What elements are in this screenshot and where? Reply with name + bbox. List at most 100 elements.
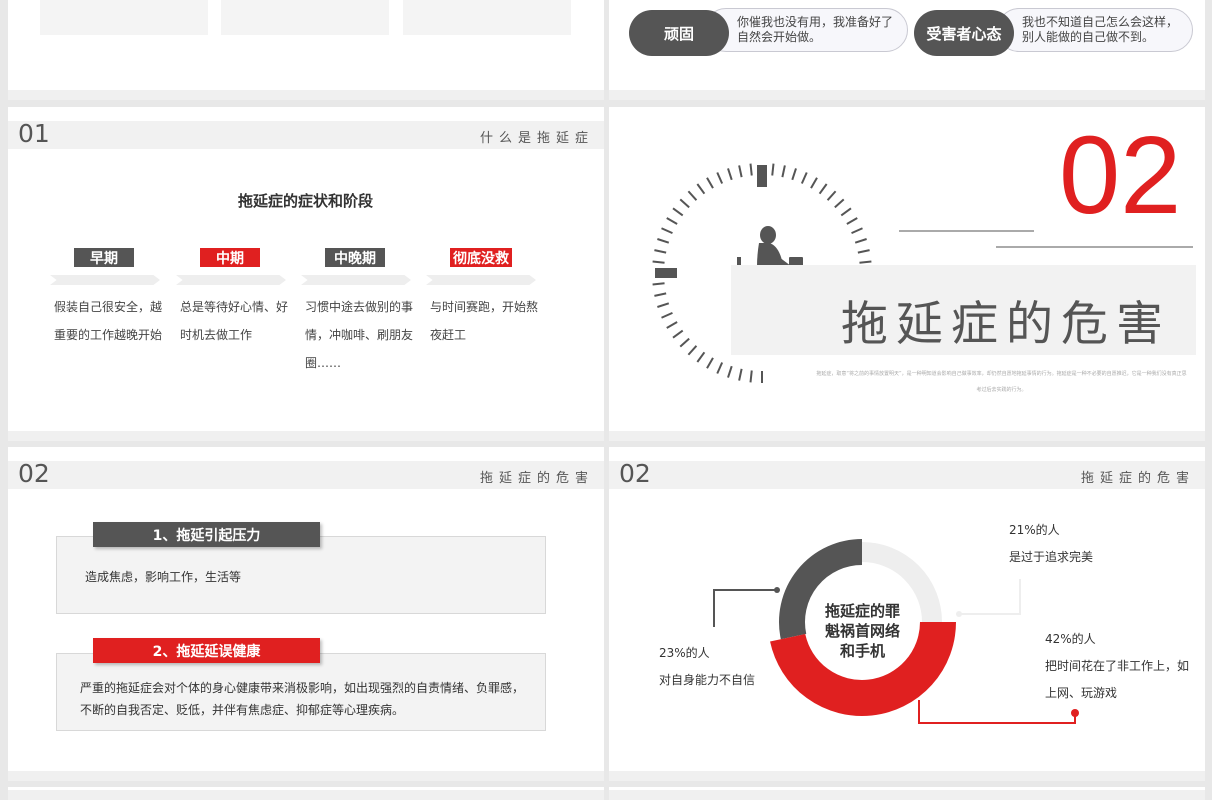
clock-tick (727, 168, 733, 181)
clock-tick (657, 302, 670, 308)
clock-tick (738, 368, 743, 381)
clock-tick (818, 183, 828, 195)
callout-desc: 对自身能力不自信 (659, 673, 756, 687)
clock-tick (679, 198, 690, 209)
slide-partial-top-left[interactable] (8, 0, 604, 100)
clock-tick (657, 238, 670, 244)
slide-header: 02 拖延症的危害 (8, 459, 604, 489)
callout-top-right: 21%的人 是过于追求完美 (1009, 517, 1093, 571)
clock-tick (800, 172, 808, 184)
stage-text: 习惯中途去做别的事情，冲咖啡、刷朋友圈…… (305, 300, 414, 370)
callout-percent: 23%的人 (659, 646, 710, 660)
clock-tick (826, 190, 837, 201)
callout-percent: 42%的人 (1045, 632, 1096, 646)
clock-tick (654, 292, 667, 297)
stage-arrow (426, 275, 536, 285)
clock-tick (716, 362, 724, 374)
mindset-text: 我也不知道自己怎么会这样，别人能做的自己做不到。 (997, 8, 1193, 52)
connector-line (959, 579, 1021, 615)
clock-tick (696, 351, 706, 363)
stage-arrow (50, 275, 160, 285)
clock-tick (716, 172, 724, 184)
connector-dot (774, 587, 780, 593)
mindset-text: 你催我也没有用，我准备好了自然会开始做。 (704, 8, 908, 52)
slide-partial-bottom-right[interactable] (609, 787, 1205, 800)
section-description: 拖延症，取意“将之前的事情放置明天”，是一种明知道会影响自己做事效率，却仍然自愿… (816, 371, 1187, 393)
clock-tick (672, 207, 684, 217)
clock-tick (706, 357, 714, 369)
connector-dot (956, 611, 962, 617)
clock-tick (771, 163, 775, 176)
clock-tick (654, 249, 667, 254)
placeholder-box (403, 0, 571, 35)
slide-partial-top-right[interactable]: 顽固 你催我也没有用，我准备好了自然会开始做。 受害者心态 我也不知道自己怎么会… (609, 0, 1205, 100)
stage-text: 假装自己很安全，越重要的工作越晚开始 (54, 300, 163, 342)
slide-02-harms[interactable]: 02 拖延症的危害 1、拖延引起压力 造成焦虑，影响工作，生活等 2、拖延延误健… (8, 447, 604, 781)
clock-tick (846, 217, 858, 225)
stage-tag: 早期 (74, 248, 134, 267)
connector-dot (1071, 709, 1079, 717)
clock-left-marker (655, 268, 677, 278)
stage-text: 与时间赛跑，开始熬夜赶工 (430, 300, 539, 342)
clock-tick (738, 165, 743, 178)
callout-percent: 21%的人 (1009, 523, 1060, 537)
callout-desc: 把时间花在了非工作上，如上网、玩游戏 (1045, 659, 1190, 700)
donut-center-line: 魁祸首网络 (824, 622, 900, 640)
mindset-tag: 受害者心态 (914, 10, 1014, 56)
clock-tick (687, 345, 698, 356)
clock-tick (851, 227, 863, 235)
mindset-text-content: 你催我也没有用，我准备好了自然会开始做。 (737, 15, 894, 44)
placeholder-box (221, 0, 389, 35)
mindset-text-content: 我也不知道自己怎么会这样，别人能做的自己做不到。 (1022, 15, 1179, 44)
clock-tick (696, 183, 706, 195)
stage-tag: 中晚期 (325, 248, 385, 267)
clock-tick (661, 227, 673, 235)
clock-tick (652, 282, 665, 286)
mindset-tag: 顽固 (629, 10, 729, 56)
callout-bottom-right: 42%的人 把时间花在了非工作上，如上网、玩游戏 (1045, 626, 1195, 707)
harm-text: 造成焦虑，影响工作，生活等 (85, 570, 242, 584)
slide-title: 拖延症的症状和阶段 (238, 192, 374, 210)
harm-title-bar: 1、拖延引起压力 (93, 522, 320, 547)
donut-center-line: 拖延症的罪 (824, 602, 900, 620)
clock-tick (781, 165, 786, 178)
placeholder-box (40, 0, 208, 35)
clock-tick (672, 329, 684, 339)
stage-tag: 彻底没救 (450, 248, 512, 267)
callout-desc: 是过于追求完美 (1009, 550, 1094, 564)
stage-arrow (301, 275, 411, 285)
clock-tick (857, 249, 870, 254)
clock-tick (687, 190, 698, 201)
slide-header-title: 拖延症的危害 (479, 471, 594, 486)
stage-arrow (176, 275, 286, 285)
stage-tag: 中期 (200, 248, 260, 267)
slide-01-stages[interactable]: 01 什么是拖延症 拖延症的症状和阶段 早期 假装自己很安全，越重要的工作越晚开… (8, 107, 604, 441)
harm-text: 严重的拖延症会对个体的身心健康带来消极影响，如出现强烈的自责情绪、负罪感，不断的… (80, 681, 525, 717)
slide-header: 01 什么是拖延症 (8, 119, 604, 149)
clock-tick (749, 163, 753, 176)
harm-title-bar: 2、拖延延误健康 (93, 638, 320, 663)
slide-02-donut[interactable]: 02 拖延症的危害 拖延症的罪 魁祸首网络 和手机 21%的人 是过于追求完美 … (609, 447, 1205, 781)
donut-center-text: 拖延症的罪 魁祸首网络 和手机 (805, 601, 920, 661)
clock-tick (834, 198, 845, 209)
clock-tick (679, 337, 690, 348)
section-title: 拖延症的危害 (841, 297, 1171, 352)
stage-text: 总是等待好心情、好时机去做工作 (180, 300, 289, 342)
section-number-large: 02 (1059, 114, 1182, 237)
slide-section-02-cover[interactable]: 02 拖延症的危害 拖延症，取意“将之前的事情放置明天”，是一种明知道会影响自己… (609, 107, 1205, 441)
slide-header-title: 什么是拖延症 (479, 131, 594, 146)
clock-tick (859, 260, 872, 264)
clock-tick (791, 168, 797, 181)
slide-number: 02 (18, 459, 50, 488)
clock-tick (749, 370, 753, 383)
clock-tick (666, 217, 678, 225)
connector-line (713, 589, 777, 627)
clock-tick (727, 365, 733, 378)
clock-tick (661, 311, 673, 319)
slide-partial-bottom-left[interactable] (8, 787, 604, 800)
slide-number: 01 (18, 119, 50, 148)
clock-top-marker (757, 165, 767, 187)
clock-tick (854, 238, 867, 244)
clock-tick (652, 260, 665, 264)
callout-left: 23%的人 对自身能力不自信 (659, 640, 755, 694)
